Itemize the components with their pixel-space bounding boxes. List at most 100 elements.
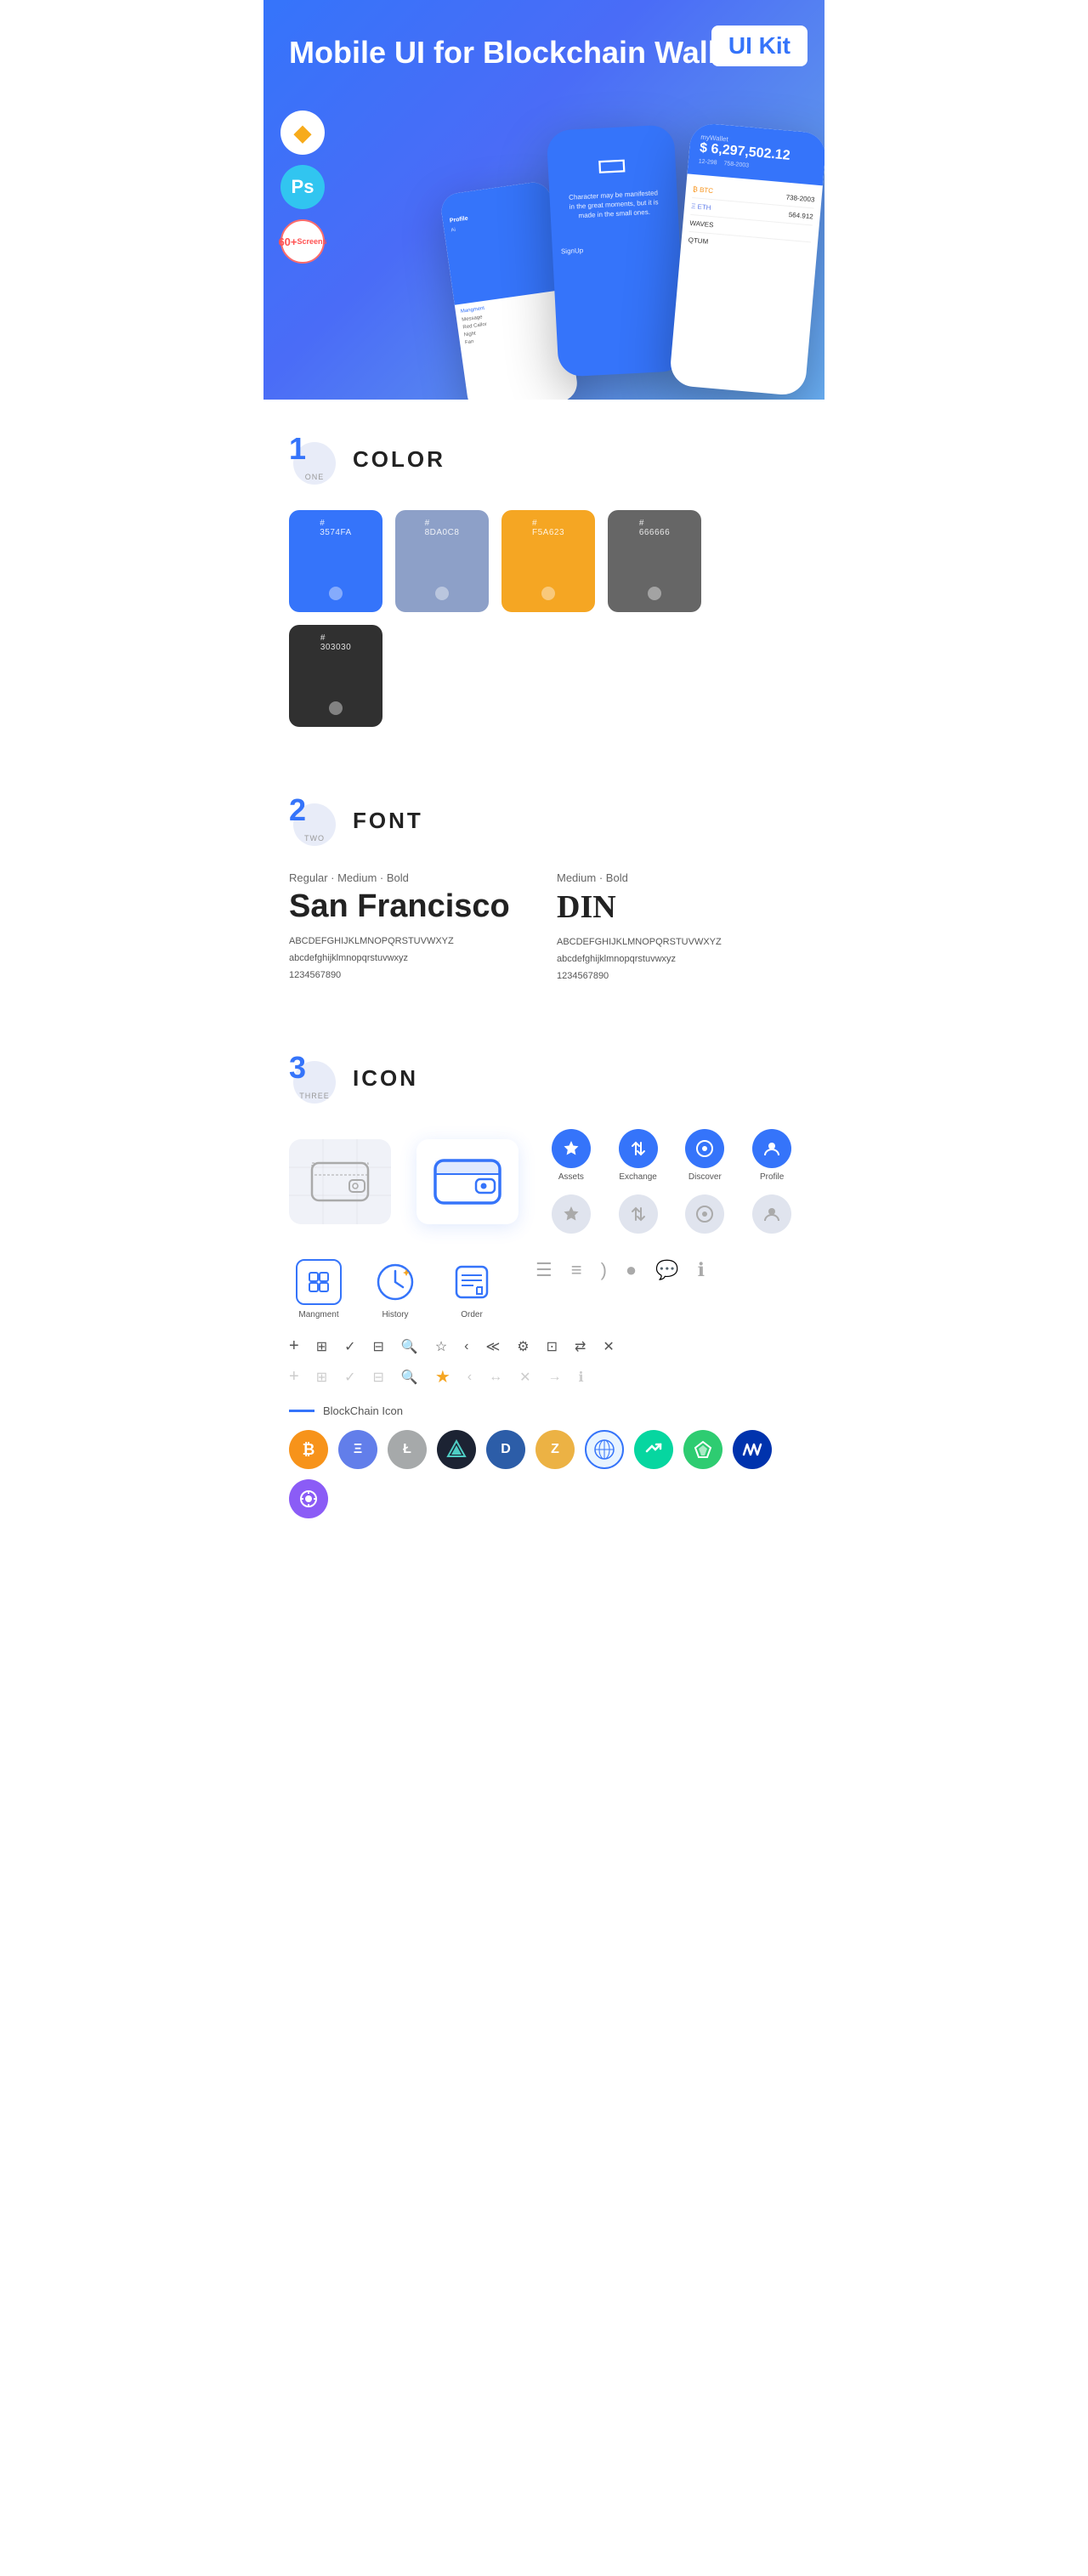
list-icon-gray: ⊞ — [316, 1369, 327, 1386]
screens-badge: 60+ Screens — [280, 219, 325, 264]
section-num-2: 2 TWO — [289, 795, 340, 846]
icon-main-row: Assets Exchange — [289, 1129, 799, 1234]
x-icon-gray: ✕ — [519, 1369, 530, 1386]
moon-icon: ) — [601, 1259, 607, 1281]
misc-icons-col: ☰ ≡ ) ● 💬 ℹ — [536, 1259, 705, 1281]
color-section-header: 1 ONE COLOR — [289, 434, 799, 485]
discover-icon-gray-svg — [695, 1205, 714, 1223]
section-num-3: 3 THREE — [289, 1053, 340, 1104]
plus-icon-gray: + — [289, 1367, 299, 1387]
circle-icon: ● — [626, 1259, 637, 1281]
profile-icon-bg — [752, 1129, 791, 1168]
icon-section: 3 THREE ICON — [264, 1018, 824, 1586]
share-icon: ≪ — [486, 1338, 501, 1355]
star-icon: ☆ — [435, 1338, 447, 1355]
order-svg — [453, 1263, 490, 1301]
bitcoin-icon: ₿ — [289, 1430, 328, 1469]
grid-coin-svg — [593, 1438, 615, 1461]
nav-icons-grid: Assets Exchange — [544, 1129, 799, 1234]
nav-profile: Profile — [745, 1129, 799, 1182]
font-section: 2 TWO FONT Regular · Medium · Bold San F… — [264, 761, 824, 1018]
ps-badge: Ps — [280, 165, 325, 209]
blockchain-label: BlockChain Icon — [289, 1404, 799, 1417]
profile-icon-gray-svg — [762, 1205, 781, 1223]
font-din: Medium · Bold DIN ABCDEFGHIJKLMNOPQRSTUV… — [557, 871, 799, 984]
hero-badges: ◆ Ps 60+ Screens — [280, 111, 325, 264]
close-icon: ✕ — [603, 1338, 614, 1355]
history-icon-item: History — [366, 1259, 425, 1319]
mangment-svg — [307, 1270, 331, 1294]
order-icon-item: Order — [442, 1259, 502, 1319]
save-icon: ⊡ — [547, 1338, 558, 1355]
blockchain-line — [289, 1410, 314, 1412]
color-section: 1 ONE COLOR #3574FA #8DA0C8 #F5A623 #666… — [264, 400, 824, 761]
matic-icon — [733, 1430, 772, 1469]
section-num-1: 1 ONE — [289, 434, 340, 485]
hero-section: Mobile UI for Blockchain Wallet UI Kit ◆… — [264, 0, 824, 400]
plus-icon: + — [289, 1336, 299, 1356]
sketch-badge: ◆ — [280, 111, 325, 155]
exchange-icon-gray-bg — [619, 1194, 658, 1234]
stack-icon: ≡ — [571, 1259, 582, 1281]
font-section-header: 2 TWO FONT — [289, 795, 799, 846]
wallet-icon-ghost — [289, 1139, 391, 1224]
nav-exchange: Exchange — [611, 1129, 666, 1182]
icon-section-header: 3 THREE ICON — [289, 1053, 799, 1104]
settings-icon: ⚙ — [517, 1338, 529, 1355]
exchange-icon-svg — [629, 1139, 648, 1158]
ethereum-icon: Ξ — [338, 1430, 377, 1469]
exchange-icon-gray-svg — [629, 1205, 648, 1223]
history-svg — [374, 1261, 416, 1303]
matic-svg — [742, 1443, 762, 1456]
discover-icon-bg — [685, 1129, 724, 1168]
color-section-title: COLOR — [353, 446, 445, 473]
swatch-gray: #666666 — [608, 510, 701, 612]
discover-icon-gray-bg — [685, 1194, 724, 1234]
assets-icon-gray-bg — [552, 1194, 591, 1234]
nav-discover-gray — [678, 1194, 733, 1234]
font-san-francisco: Regular · Medium · Bold San Francisco AB… — [289, 871, 531, 984]
nav-discover: Discover — [678, 1129, 733, 1182]
back-icon: ‹ — [464, 1339, 468, 1354]
swatch-blue: #3574FA — [289, 510, 382, 612]
swatch-gray-blue: #8DA0C8 — [395, 510, 489, 612]
bancor-icon — [289, 1479, 328, 1518]
ps-icon: Ps — [292, 176, 314, 198]
swatch-dark: #303030 — [289, 625, 382, 727]
order-icon — [449, 1259, 495, 1305]
mangment-label: Mangment — [298, 1310, 338, 1319]
phone-right: myWallet $ 6,297,502.12 12-298758-2003 ₿… — [669, 122, 824, 397]
grid-coin-icon — [585, 1430, 624, 1469]
history-label: History — [382, 1310, 408, 1319]
assets-icon-bg — [552, 1129, 591, 1168]
check-icon: ✓ — [344, 1338, 355, 1355]
wallet-icon-blue — [416, 1139, 518, 1224]
tool-icons-row2: + ⊞ ✓ ⊟ 🔍 ★ ‹ ↔ ✕ → ℹ — [289, 1366, 799, 1387]
crypto-icons-row: ₿ Ξ Ł D Z — [289, 1430, 799, 1518]
search-icon-gray: 🔍 — [401, 1369, 418, 1386]
swatch-orange: #F5A623 — [502, 510, 595, 612]
font-section-title: FONT — [353, 808, 423, 834]
qr-icon-gray: ⊟ — [373, 1369, 384, 1386]
grid-lines-svg — [289, 1139, 391, 1224]
share-icon-gray: ↔ — [489, 1370, 502, 1385]
dash-icon: D — [486, 1430, 525, 1469]
list-icon: ⊞ — [316, 1338, 327, 1355]
sketch-icon: ◆ — [294, 120, 311, 146]
back-icon-gray: ‹ — [468, 1370, 472, 1385]
augur-svg — [694, 1440, 712, 1459]
search-icon: 🔍 — [401, 1338, 418, 1355]
info-icon: ℹ — [698, 1259, 705, 1281]
screens-label: Screens — [298, 237, 327, 246]
verge-icon — [437, 1430, 476, 1469]
mgmt-icon-item: Mangment — [289, 1259, 348, 1319]
nav-profile-gray — [745, 1194, 799, 1234]
exchange-icon-bg — [619, 1129, 658, 1168]
steem-icon — [634, 1430, 673, 1469]
discover-label: Discover — [688, 1172, 722, 1182]
augur-icon — [683, 1430, 722, 1469]
verge-svg — [446, 1439, 467, 1460]
mgmt-row: Mangment History — [289, 1259, 799, 1319]
history-icon — [372, 1259, 418, 1305]
steem-svg — [643, 1439, 664, 1460]
